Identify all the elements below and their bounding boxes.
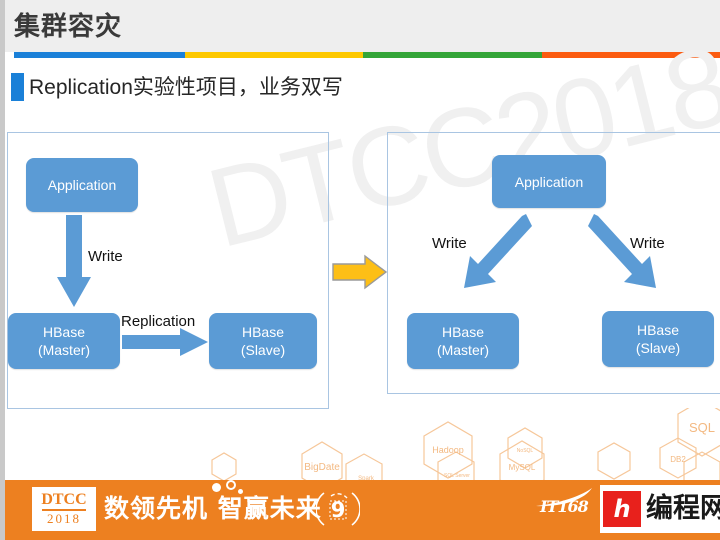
dtcc-logo-year: 2018 — [47, 511, 81, 526]
header-rule-segment-blue — [14, 52, 185, 58]
slogan-dot-small — [238, 489, 243, 494]
right-write-label-left: Write — [432, 235, 467, 252]
left-replication-arrow — [122, 328, 208, 356]
subtitle-latin: Replication — [29, 76, 133, 99]
left-replication-label: Replication — [121, 313, 196, 330]
svg-text:SQL: SQL — [689, 420, 715, 435]
bianchengwang-name: 编程网 — [646, 493, 720, 524]
right-write-arrow-right — [588, 214, 656, 288]
left-node-hbase-slave: HBase (Slave) — [209, 313, 317, 369]
header-rule-segment-orange — [542, 52, 720, 58]
left-slave-line1: HBase — [241, 324, 284, 340]
header-rule-segment-yellow — [185, 52, 363, 58]
right-node-hbase-slave-label: HBase (Slave) — [636, 321, 680, 357]
left-node-hbase-slave-label: HBase (Slave) — [241, 323, 285, 359]
right-node-application-label: Application — [514, 173, 584, 190]
footer-slogan: 数领先机 智赢未来 — [104, 494, 322, 523]
transition-arrow — [332, 254, 388, 290]
right-node-hbase-master-label: HBase (Master) — [437, 323, 489, 359]
dtcc-logo-top: DTCC — [41, 491, 87, 508]
subtitle-bullet-marker — [11, 73, 24, 101]
slide: 集群容灾 Replication实验性项目，业务双写 DTCC2018 Hado… — [0, 0, 720, 540]
left-write-label: Write — [88, 248, 123, 265]
page-title: 集群容灾 — [14, 12, 123, 42]
left-node-hbase-master: HBase (Master) — [8, 313, 120, 369]
bianchengwang-mark: h — [603, 491, 641, 527]
right-master-line1: HBase — [441, 324, 485, 340]
left-master-line2: (Master) — [37, 342, 91, 358]
right-slave-line2: (Slave) — [635, 340, 681, 356]
right-write-label-right: Write — [630, 235, 665, 252]
header-rule-segment-green — [363, 52, 542, 58]
right-master-line2: (Master) — [436, 342, 490, 358]
right-node-hbase-slave: HBase (Slave) — [602, 311, 714, 367]
it168-swoosh-icon — [536, 488, 592, 507]
subtitle-cjk: 实验性项目，业务双写 — [132, 75, 343, 99]
hexagon-sql-group: SQL — [677, 408, 720, 457]
bianchengwang-logo: h 编程网 — [600, 485, 720, 533]
left-node-application: Application — [26, 158, 138, 212]
circle-nine-badge: 9 — [316, 492, 360, 526]
left-master-line1: HBase — [42, 324, 86, 340]
subtitle: Replication实验性项目，业务双写 — [29, 71, 343, 104]
slogan-dot-large — [212, 483, 221, 492]
right-write-arrow-left — [464, 214, 532, 288]
dtcc-logo: DTCC 2018 — [32, 487, 96, 531]
left-slave-line2: (Slave) — [240, 342, 286, 358]
left-node-hbase-master-label: HBase (Master) — [38, 323, 90, 359]
left-edge-strip — [0, 0, 5, 540]
svg-text:9: 9 — [331, 498, 346, 522]
slogan-dot-ring — [226, 480, 236, 490]
right-node-application: Application — [492, 155, 606, 208]
right-slave-line1: HBase — [636, 322, 679, 338]
left-node-application-label: Application — [47, 177, 117, 193]
right-node-hbase-master: HBase (Master) — [407, 313, 519, 369]
